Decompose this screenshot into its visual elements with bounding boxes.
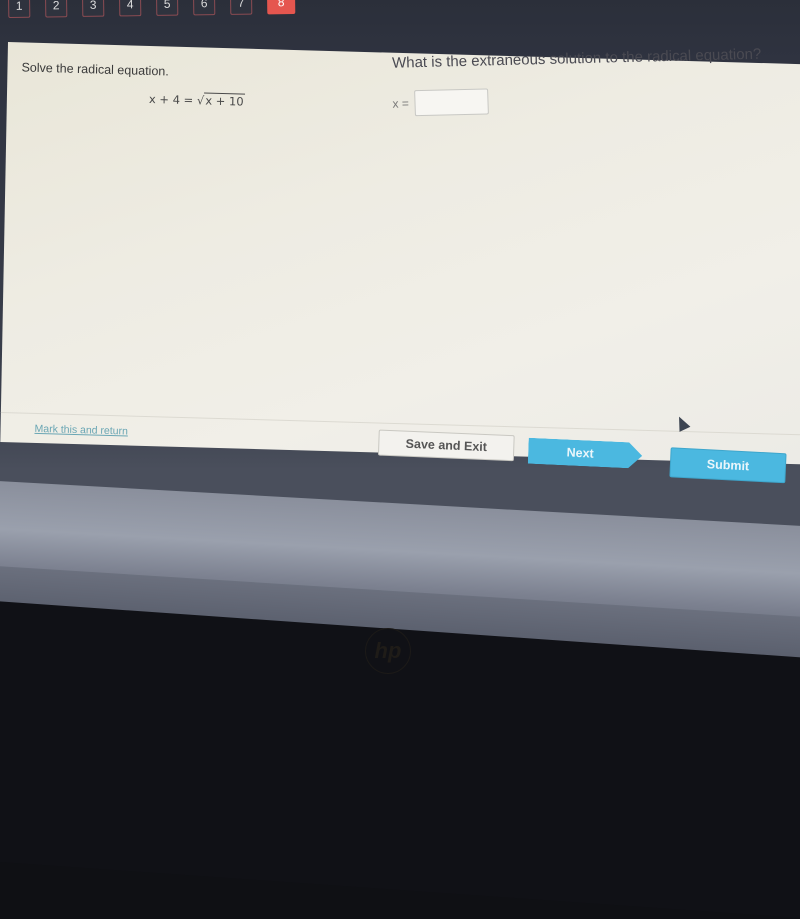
question-tab-3[interactable]: 3 (81, 0, 105, 17)
question-prompt: Solve the radical equation. (21, 60, 169, 79)
sub-question-text: What is the extraneous solution to the r… (391, 45, 762, 72)
question-tab-8-active[interactable]: 8 (266, 0, 296, 15)
hp-logo-icon: hp (365, 628, 411, 674)
equation-lhs: x + 4 = (148, 91, 198, 108)
answer-row: x = (392, 88, 490, 117)
question-tab-2[interactable]: 2 (44, 0, 68, 18)
mark-and-return-link[interactable]: Mark this and return (34, 423, 128, 438)
next-button[interactable]: Next (528, 438, 643, 469)
submit-button[interactable]: Submit (669, 447, 787, 484)
question-card: Solve the radical equation. x + 4 = √x +… (0, 42, 800, 484)
question-tab-7[interactable]: 7 (229, 0, 253, 15)
question-tab-5[interactable]: 5 (155, 0, 179, 16)
radical-equation: x + 4 = √x + 10 (149, 92, 245, 109)
equation-radicand: x + 10 (204, 92, 245, 109)
save-and-exit-button[interactable]: Save and Exit (377, 429, 515, 462)
answer-input[interactable] (414, 88, 490, 117)
question-tab-4[interactable]: 4 (118, 0, 142, 17)
answer-label: x = (392, 96, 410, 111)
question-tab-6[interactable]: 6 (192, 0, 216, 16)
question-navigation: 1 2 3 4 5 6 7 8 (8, 0, 296, 18)
question-tab-1[interactable]: 1 (8, 0, 31, 18)
